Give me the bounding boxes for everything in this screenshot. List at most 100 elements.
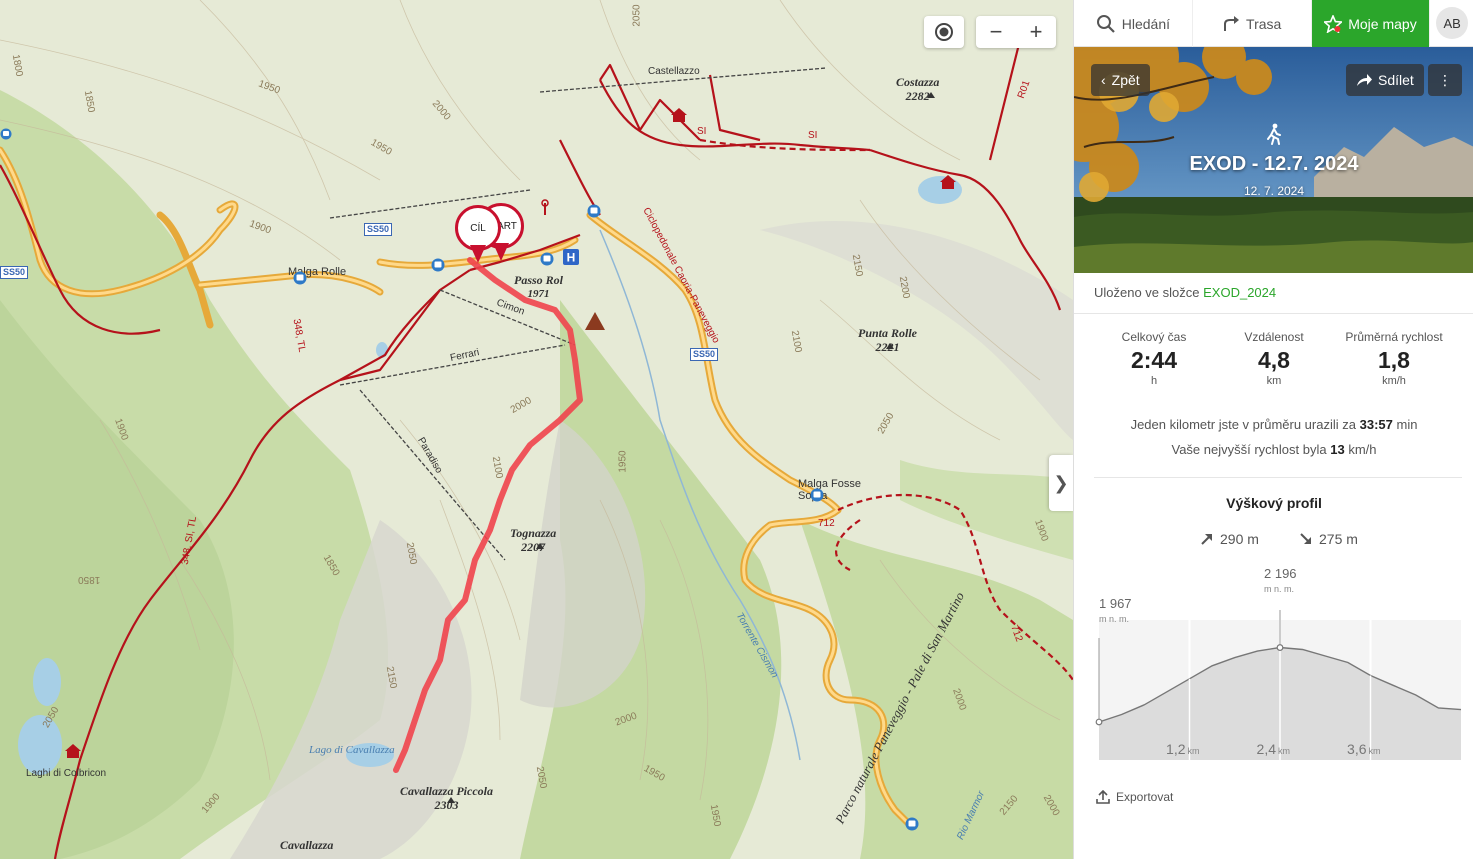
avatar[interactable]: AB	[1436, 7, 1469, 39]
stat-value: 4,8	[1258, 347, 1290, 373]
collapse-panel-button[interactable]: ❯	[1049, 455, 1073, 511]
bus-stop-icon[interactable]	[293, 271, 307, 285]
nav-my-maps-label: Moje mapy	[1348, 15, 1417, 32]
x-tick-value: 3,6	[1347, 741, 1367, 757]
search-icon	[1096, 14, 1115, 33]
peak-label: Punta Rolle 2221	[858, 326, 918, 354]
bus-stop-icon[interactable]	[540, 252, 554, 266]
stat-value: 1,8	[1378, 347, 1410, 373]
max-speed-value: 13	[1330, 442, 1345, 457]
bus-stop-icon[interactable]	[0, 128, 12, 140]
ascent-info: 290 m	[1200, 531, 1259, 547]
bus-stop-icon[interactable]	[587, 204, 601, 218]
zoom-out-button[interactable]: −	[976, 16, 1016, 48]
elevation-chart[interactable]: 1 967 m n. m. 2 196 m n. m. 1,2 km 2,4 km 3,6 km	[1094, 560, 1464, 770]
stat-label: Vzdálenost	[1244, 330, 1304, 344]
hiking-icon	[1267, 123, 1281, 145]
hut-icon[interactable]	[940, 175, 956, 189]
finish-pin-label: CÍL	[470, 222, 486, 234]
export-button[interactable]: Exportovat	[1096, 790, 1173, 804]
annotation-value: 1 967	[1099, 596, 1132, 611]
annotation-unit: m n. m.	[1264, 584, 1294, 594]
pace-value: 33:57	[1359, 417, 1393, 432]
hut-icon[interactable]	[671, 108, 687, 122]
zoom-in-button[interactable]: +	[1016, 16, 1056, 48]
bus-stop-icon[interactable]	[431, 258, 445, 272]
pass-label: Passo Rol 1971	[514, 273, 564, 300]
divider	[1094, 477, 1462, 478]
stat-unit: km/h	[1382, 375, 1406, 387]
stat-label: Celkový čas	[1121, 330, 1187, 344]
nav-my-maps[interactable]: Moje mapy	[1311, 0, 1431, 47]
annotation-point	[1276, 644, 1284, 651]
annotation-unit: m n. m.	[1099, 614, 1129, 624]
trail-label: 712	[818, 518, 835, 529]
lake-label: Lago di Cavallazza	[309, 744, 395, 756]
star-icon	[1324, 14, 1343, 33]
x-tick-value: 2,4	[1257, 741, 1277, 757]
track-title: EXOD - 12.7. 2024	[1189, 153, 1359, 175]
more-options-button[interactable]: ⋮	[1428, 64, 1462, 96]
road-shield: SS50	[0, 266, 29, 279]
locate-button[interactable]	[924, 16, 964, 48]
hospital-icon[interactable]: H	[563, 249, 579, 265]
map-view[interactable]: Costazza 2282 Punta Rolle 2221 Tognazza 220…	[0, 0, 1073, 859]
peak-label: Costazza 2282	[896, 75, 940, 103]
folder-info: Uloženo ve složce EXOD_2024	[1094, 285, 1276, 300]
share-label: Sdílet	[1378, 72, 1414, 88]
stat-label: Průměrná rychlost	[1345, 330, 1443, 344]
divider	[1074, 313, 1473, 314]
x-tick-value: 1,2	[1166, 741, 1186, 757]
detail-panel: Hledání Trasa Moje mapy AB ‹ Zpět Sdílet…	[1073, 0, 1473, 859]
pace-suffix: min	[1396, 417, 1418, 432]
export-icon	[1096, 790, 1110, 804]
contour-label: 1950	[617, 450, 629, 473]
descent-value: 275 m	[1319, 531, 1358, 547]
x-tick-unit: km	[1278, 746, 1290, 756]
pace-prefix: Jeden kilometr jste v průměru urazili za	[1130, 417, 1356, 432]
profile-title: Výškový profil	[1226, 495, 1322, 511]
place-label: Laghi di Colbricon	[26, 768, 107, 779]
trail-label: SI	[697, 126, 707, 137]
x-tick-unit: km	[1188, 746, 1200, 756]
nav-search[interactable]: Hledání	[1074, 0, 1193, 47]
hut-icon[interactable]	[65, 744, 81, 758]
descent-info: 275 m	[1299, 531, 1358, 547]
trail-label: SI	[808, 130, 818, 141]
peak-label: Cavallazza Piccola 2303	[400, 784, 493, 812]
pace-sentence: Jeden kilometr jste v průměru urazili za…	[1074, 417, 1473, 432]
export-label: Exportovat	[1116, 790, 1174, 804]
stat-distance: Vzdálenost 4,8 km	[1209, 330, 1339, 387]
route-arrow-icon	[1224, 15, 1240, 31]
share-button[interactable]: Sdílet	[1346, 64, 1424, 96]
track-date: 12. 7. 2024	[1243, 184, 1305, 198]
peak-label: Tognazza 2207	[510, 526, 557, 554]
antenna-icon	[541, 199, 549, 215]
place-label: Malga Fosse Sopra	[798, 478, 861, 502]
stat-unit: km	[1266, 375, 1282, 387]
nav-search-label: Hledání	[1121, 15, 1171, 32]
mountain-icon	[585, 312, 605, 330]
bus-stop-icon[interactable]	[905, 817, 919, 831]
chevron-left-icon: ‹	[1101, 72, 1106, 88]
finish-pin[interactable]: CÍL	[455, 205, 501, 265]
bus-stop-icon[interactable]	[810, 488, 824, 502]
stat-unit: h	[1150, 375, 1158, 387]
back-button[interactable]: ‹ Zpět	[1091, 64, 1150, 96]
annotation-point	[1095, 718, 1103, 726]
annotation-value: 2 196	[1264, 566, 1297, 581]
contour-label: 1850	[78, 574, 101, 585]
folder-link[interactable]: EXOD_2024	[1203, 285, 1276, 300]
arrow-down-right-icon	[1300, 533, 1311, 544]
x-tick-unit: km	[1369, 746, 1381, 756]
road-shield: SS50	[364, 223, 393, 236]
nav-route[interactable]: Trasa	[1193, 0, 1312, 47]
nav-route-label: Trasa	[1246, 15, 1282, 32]
contour-label: 2050	[631, 4, 643, 27]
elevation-chart-svg: 1 967m n. m.2 196m n. m.1,2 km 2,4 km 3,6 km	[1095, 566, 1462, 760]
max-speed-prefix: Vaše nejvyšší rychlost byla	[1171, 442, 1327, 457]
map-terrain	[0, 0, 1073, 859]
back-label: Zpět	[1111, 72, 1140, 88]
place-label: Castellazzo	[648, 66, 700, 77]
zoom-control: − +	[976, 16, 1056, 48]
